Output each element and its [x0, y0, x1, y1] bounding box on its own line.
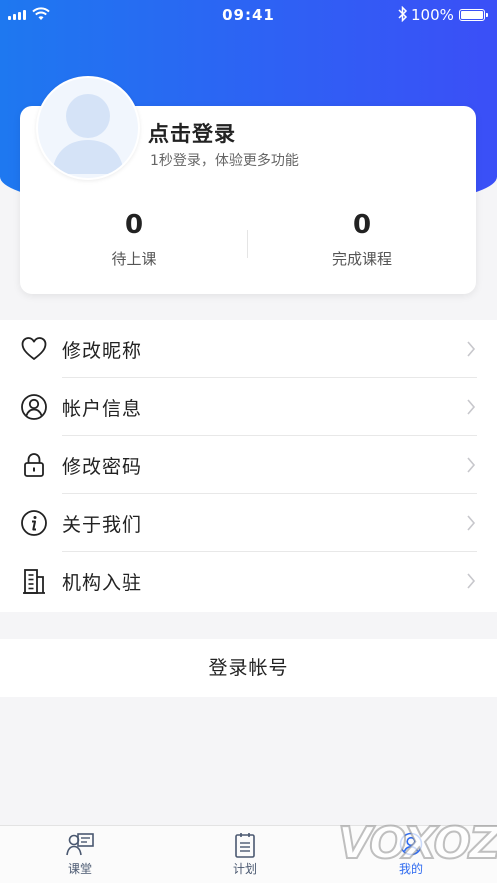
menu-item-label: 帐户信息 [62, 398, 143, 420]
bluetooth-icon [398, 6, 408, 22]
status-bar: 09:41 100% [0, 0, 497, 30]
menu-item-label: 修改昵称 [62, 340, 143, 362]
lock-icon [24, 453, 44, 477]
menu-item-label: 机构入驻 [62, 572, 143, 594]
tab-plan[interactable]: 计划 [215, 832, 275, 877]
stat-value: 0 [124, 210, 144, 240]
watermark-logo: VOXOZ [337, 817, 497, 870]
stat-pending-classes[interactable]: 0 待上课 [34, 210, 234, 269]
tab-label: 计划 [232, 862, 257, 876]
info-icon [21, 510, 47, 536]
chevron-right-icon [467, 457, 476, 473]
chevron-right-icon [467, 515, 476, 531]
avatar[interactable] [36, 76, 140, 180]
battery-percent: 100% [411, 6, 454, 24]
stat-value: 0 [352, 210, 372, 240]
stat-completed-courses[interactable]: 0 完成课程 [262, 210, 462, 269]
heart-icon [21, 337, 47, 360]
stat-divider [247, 230, 248, 258]
settings-menu: 修改昵称 帐户信息 修改密码 关于我们 机构入驻 [0, 320, 497, 612]
plan-icon [235, 833, 255, 858]
menu-item-edit-nickname[interactable]: 修改昵称 [0, 320, 497, 378]
menu-item-account-info[interactable]: 帐户信息 [0, 378, 497, 436]
chevron-right-icon [467, 341, 476, 357]
menu-item-about-us[interactable]: 关于我们 [0, 494, 497, 552]
menu-item-institution-join[interactable]: 机构入驻 [0, 552, 497, 610]
login-title[interactable]: 点击登录 [148, 118, 236, 148]
chevron-right-icon [467, 573, 476, 589]
tab-classroom[interactable]: 课堂 [50, 832, 110, 877]
user-circle-icon [21, 394, 47, 420]
menu-item-change-password[interactable]: 修改密码 [0, 436, 497, 494]
stat-label: 完成课程 [331, 250, 392, 268]
menu-item-label: 修改密码 [62, 456, 143, 478]
chevron-right-icon [467, 399, 476, 415]
tab-label: 课堂 [67, 862, 92, 876]
default-avatar-icon [52, 94, 124, 174]
building-icon [23, 569, 45, 594]
login-account-button[interactable]: 登录帐号 [0, 639, 497, 697]
stat-label: 待上课 [111, 250, 157, 268]
classroom-icon [66, 833, 94, 856]
login-subtitle: 1秒登录，体验更多功能 [150, 153, 299, 169]
battery-icon [459, 9, 488, 21]
menu-item-label: 关于我们 [62, 514, 143, 536]
